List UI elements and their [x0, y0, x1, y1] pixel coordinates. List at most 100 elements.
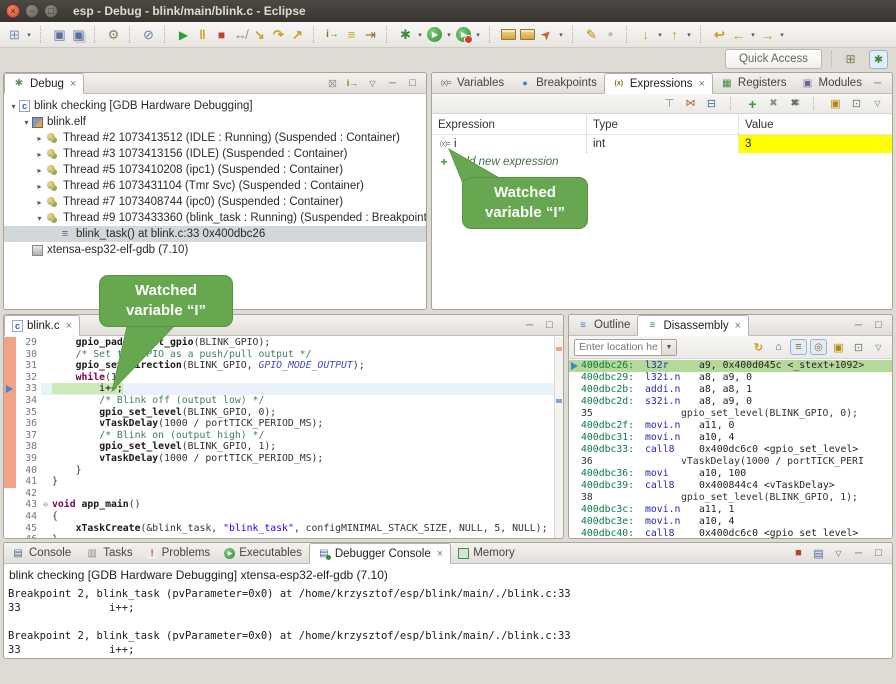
column-header-type[interactable]: Type — [586, 115, 738, 134]
column-header-expression[interactable]: Expression — [432, 115, 586, 134]
code-line[interactable]: 43⊖void app_main() — [4, 499, 554, 511]
last-edit-icon[interactable] — [710, 25, 729, 44]
code-line[interactable]: 33 i++; — [4, 383, 554, 395]
dropdown-arrow-icon[interactable]: ▾ — [24, 31, 34, 39]
format-icon[interactable] — [582, 25, 601, 44]
annotation-gutter[interactable] — [4, 523, 16, 535]
code-line[interactable]: 42 — [4, 488, 554, 500]
code-line[interactable]: 31 gpio_set_direction(BLINK_GPIO, GPIO_M… — [4, 360, 554, 372]
save-all-icon[interactable] — [69, 25, 88, 44]
annotation-gutter[interactable] — [4, 453, 16, 465]
terminate-icon[interactable] — [212, 25, 231, 44]
line-number[interactable]: 29 — [16, 337, 41, 349]
dropdown-arrow-icon[interactable]: ▾ — [556, 31, 566, 39]
annotation-gutter[interactable] — [4, 534, 16, 538]
quick-access-button[interactable]: Quick Access — [725, 49, 822, 69]
code-line[interactable]: 38 gpio_set_level(BLINK_GPIO, 1); — [4, 441, 554, 453]
line-number[interactable]: 36 — [16, 418, 41, 430]
close-icon[interactable]: × — [698, 78, 704, 90]
dropdown-arrow-icon[interactable]: ▾ — [415, 31, 425, 39]
close-icon[interactable]: × — [735, 320, 741, 332]
view-menu-icon[interactable] — [869, 96, 886, 112]
tab-debug[interactable]: Debug× — [4, 73, 84, 94]
annotation-gutter[interactable] — [4, 488, 16, 500]
location-dropdown-icon[interactable]: ▼ — [661, 340, 676, 355]
back-icon[interactable] — [729, 25, 748, 44]
remove-expression-icon[interactable] — [765, 96, 782, 112]
line-number[interactable]: 45 — [16, 523, 41, 535]
tab-expressions[interactable]: Expressions× — [604, 73, 713, 94]
step-filters-icon[interactable] — [361, 25, 380, 44]
line-number[interactable]: 41 — [16, 476, 41, 488]
code-line[interactable]: 34 /* Blink off (output low) */ — [4, 395, 554, 407]
maximize-icon[interactable] — [541, 317, 558, 333]
tab-debugger-console[interactable]: Debugger Console× — [309, 543, 451, 564]
expand-icon[interactable]: ▸ — [34, 166, 45, 175]
minimize-icon[interactable] — [384, 75, 401, 91]
add-expression-row[interactable]: Add new expression — [432, 153, 892, 170]
close-icon[interactable]: × — [437, 548, 443, 560]
resume-icon[interactable] — [174, 25, 193, 44]
line-number[interactable]: 32 — [16, 372, 41, 384]
window-maximize-button[interactable]: □ — [44, 4, 58, 18]
maximize-icon[interactable] — [870, 317, 887, 333]
disassembly-line[interactable]: 38gpio_set_level(BLINK_GPIO, 1); — [569, 492, 892, 504]
disassembly-listing[interactable]: 400dbc26:l32ra9, 0x400d045c <_stext+1092… — [569, 360, 892, 538]
add-expression-icon[interactable] — [744, 96, 761, 112]
annotation-gutter[interactable] — [4, 395, 16, 407]
new-view-icon[interactable] — [830, 339, 847, 355]
code-line[interactable]: 39 vTaskDelay(1000 / portTICK_PERIOD_MS)… — [4, 453, 554, 465]
pin-view-icon[interactable] — [850, 339, 867, 355]
run-icon[interactable] — [427, 27, 442, 42]
code-line[interactable]: 40 } — [4, 465, 554, 477]
debug-tree-item[interactable]: ▸Thread #6 1073431104 (Tmr Svc) (Suspend… — [4, 178, 426, 194]
pin-view-icon[interactable] — [848, 96, 865, 112]
annotation-gutter[interactable] — [4, 465, 16, 477]
view-menu-icon[interactable] — [870, 339, 887, 355]
disassembly-line[interactable]: 400dbc2f:movi.na11, 0 — [569, 420, 892, 432]
new-wizard-icon[interactable] — [5, 25, 24, 44]
show-debug-lists-icon[interactable] — [342, 25, 361, 44]
expression-row[interactable]: iint3 — [432, 135, 892, 153]
fold-collapse-icon[interactable]: ⊖ — [41, 499, 50, 511]
location-input[interactable] — [575, 340, 661, 355]
disassembly-line[interactable]: 400dbc2d:s32i.na8, a9, 0 — [569, 396, 892, 408]
code-line[interactable]: 46} — [4, 534, 554, 538]
debug-icon[interactable] — [396, 25, 415, 44]
disassembly-line[interactable]: 400dbc39:call80x400844c4 <vTaskDelay> — [569, 480, 892, 492]
annotation-gutter[interactable] — [4, 418, 16, 430]
line-number[interactable]: 43 — [16, 499, 41, 511]
remove-all-icon[interactable] — [786, 96, 803, 112]
forward-icon[interactable] — [758, 25, 777, 44]
debug-tree-item[interactable]: ▸Thread #7 1073408744 (ipc0) (Suspended … — [4, 194, 426, 210]
debug-tree-item[interactable]: ▸Thread #5 1073410208 (ipc1) (Suspended … — [4, 162, 426, 178]
sync-icon[interactable] — [810, 339, 827, 355]
line-number[interactable]: 39 — [16, 453, 41, 465]
dropdown-arrow-icon[interactable]: ▾ — [748, 31, 758, 39]
step-return-icon[interactable] — [288, 25, 307, 44]
collapse-icon[interactable]: ▾ — [8, 102, 19, 111]
line-number[interactable]: 40 — [16, 465, 41, 477]
skip-breakpoints-icon[interactable] — [139, 25, 158, 44]
step-into-icon[interactable] — [250, 25, 269, 44]
minimize-icon[interactable] — [850, 545, 867, 561]
disassembly-line[interactable]: 400dbc40:call80x400dc6c0 <gpio_set_level… — [569, 528, 892, 538]
annotation-gutter[interactable] — [4, 499, 16, 511]
line-number[interactable]: 34 — [16, 395, 41, 407]
line-number[interactable]: 44 — [16, 511, 41, 523]
tab-outline[interactable]: Outline — [569, 315, 637, 335]
disassembly-line[interactable]: 400dbc2b:addi.na8, a8, 1 — [569, 384, 892, 396]
view-menu-icon[interactable] — [830, 545, 847, 561]
line-number[interactable]: 46 — [16, 534, 41, 538]
code-line[interactable]: 29 gpio_pad_select_gpio(BLINK_GPIO); — [4, 337, 554, 349]
line-number[interactable]: 33 — [16, 383, 41, 395]
debug-tree-item[interactable]: ▸Thread #2 1073413512 (IDLE : Running) (… — [4, 130, 426, 146]
tab-disassembly[interactable]: Disassembly× — [637, 315, 749, 336]
tab-tasks[interactable]: Tasks — [78, 543, 139, 563]
save-icon[interactable] — [50, 25, 69, 44]
annotation-gutter[interactable] — [4, 360, 16, 372]
suspend-icon[interactable] — [193, 25, 212, 44]
annotation-gutter[interactable] — [4, 407, 16, 419]
annotation-gutter[interactable] — [4, 441, 16, 453]
open-perspective-icon[interactable] — [841, 50, 860, 69]
